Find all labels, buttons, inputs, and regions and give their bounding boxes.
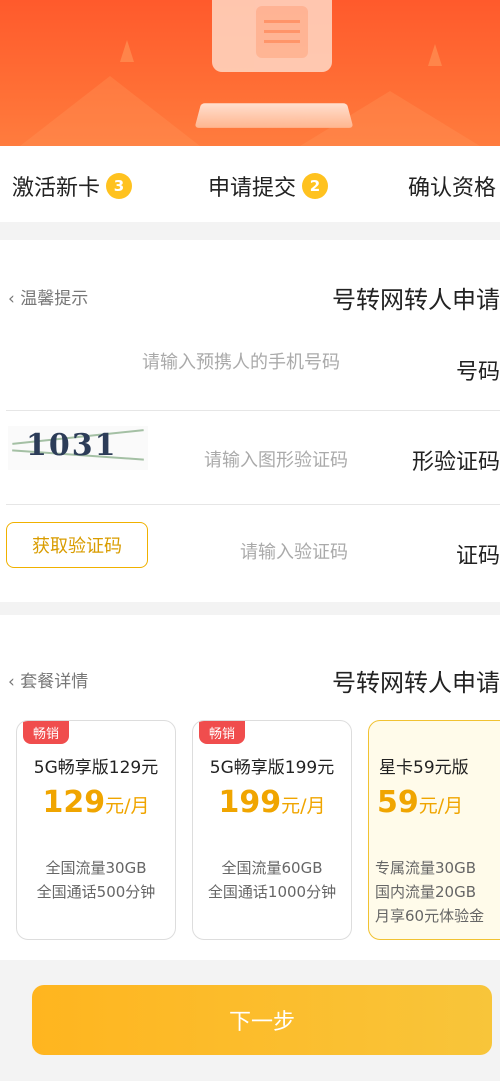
step-activate: 激活新卡 3 [12, 170, 133, 202]
hot-badge: 畅销 [199, 721, 246, 744]
package-detail-line: 全国流量60GB [221, 859, 323, 877]
tip-link-label: 温馨提示 [20, 289, 89, 309]
package-detail-label: 套餐详情 [20, 672, 89, 692]
next-step-button[interactable]: 下一步 [32, 985, 492, 1055]
phone-row: 请输入预携人的手机号码 号码 [0, 322, 500, 412]
progress-steps: 激活新卡 3 申请提交 2 确认资格 [0, 146, 500, 222]
form-header: ‹ 温馨提示 号转网转人申请 [0, 268, 500, 318]
get-code-button[interactable]: 获取验证码 [6, 522, 148, 568]
package-detail-line: 国内流量20GB [375, 883, 477, 901]
sim-chip-icon [256, 6, 308, 58]
sms-code-label: 证码 [455, 544, 500, 569]
step-number-badge: 3 [106, 173, 133, 199]
package-detail-line: 全国流量30GB [45, 859, 147, 877]
package-detail-line: 全国通话500分钟 [36, 883, 156, 901]
form-title: 号转网转人申请 [332, 286, 500, 314]
package-detail-line: 全国通话1000分钟 [207, 883, 337, 901]
package-price: 199元/月 [218, 785, 326, 820]
phone-input[interactable]: 请输入预携人的手机号码 [142, 348, 340, 374]
package-name: 5G畅享版199元 [209, 758, 335, 778]
application-form: ‹ 温馨提示 号转网转人申请 请输入预携人的手机号码 号码 1031 请输入图形… [0, 240, 500, 602]
tree-icon [120, 40, 134, 62]
package-card-129[interactable]: 畅销 5G畅享版129元 129元/月 全国流量30GB 全国通话500分钟 [16, 720, 176, 940]
package-price: 59元/月 [377, 785, 464, 820]
package-name: 星卡59元版 [379, 758, 469, 778]
captcha-row: 1031 请输入图形验证码 形验证码 [0, 412, 500, 502]
header-banner [0, 0, 500, 146]
step-confirm: 确认资格 [408, 170, 496, 202]
package-title: 号转网转人申请 [332, 669, 500, 697]
captcha-text: 1031 [26, 428, 118, 463]
package-price: 129元/月 [42, 785, 150, 820]
chevron-left-icon: ‹ [8, 289, 21, 309]
tree-icon [428, 44, 442, 66]
package-detail-line: 月享60元体验金 [375, 907, 485, 925]
package-header: ‹ 套餐详情 号转网转人申请 [0, 651, 500, 701]
package-detail-line: 专属流量30GB [375, 859, 477, 877]
step-submit: 申请提交 2 [208, 170, 329, 202]
package-card-199[interactable]: 畅销 5G畅享版199元 199元/月 全国流量60GB 全国通话1000分钟 [192, 720, 352, 940]
package-name: 5G畅享版129元 [33, 758, 159, 778]
step-label: 激活新卡 [12, 176, 101, 201]
captcha-input[interactable]: 请输入图形验证码 [204, 446, 348, 472]
captcha-label: 形验证码 [411, 450, 500, 475]
divider [6, 410, 500, 411]
sms-code-input[interactable]: 请输入验证码 [240, 538, 348, 564]
sms-code-row: 获取验证码 请输入验证码 证码 [0, 506, 500, 596]
tip-link[interactable]: ‹ 温馨提示 [8, 284, 88, 309]
hot-badge: 畅销 [23, 721, 70, 744]
package-card-59[interactable]: 星卡59元版 59元/月 专属流量30GB 国内流量20GB 月享60元体验金 [368, 720, 500, 940]
phone-illustration [194, 103, 354, 128]
captcha-image[interactable]: 1031 [8, 426, 148, 470]
divider [6, 504, 500, 505]
chevron-left-icon: ‹ [8, 672, 21, 692]
step-number-badge: 2 [302, 173, 329, 199]
phone-label: 号码 [455, 360, 500, 385]
sim-card-illustration [212, 0, 332, 72]
package-detail-link[interactable]: ‹ 套餐详情 [8, 667, 88, 692]
package-section: ‹ 套餐详情 号转网转人申请 畅销 5G畅享版129元 129元/月 全国流量3… [0, 615, 500, 960]
step-label: 确认资格 [408, 176, 497, 201]
step-label: 申请提交 [208, 176, 297, 201]
mountain-shape [20, 76, 200, 146]
